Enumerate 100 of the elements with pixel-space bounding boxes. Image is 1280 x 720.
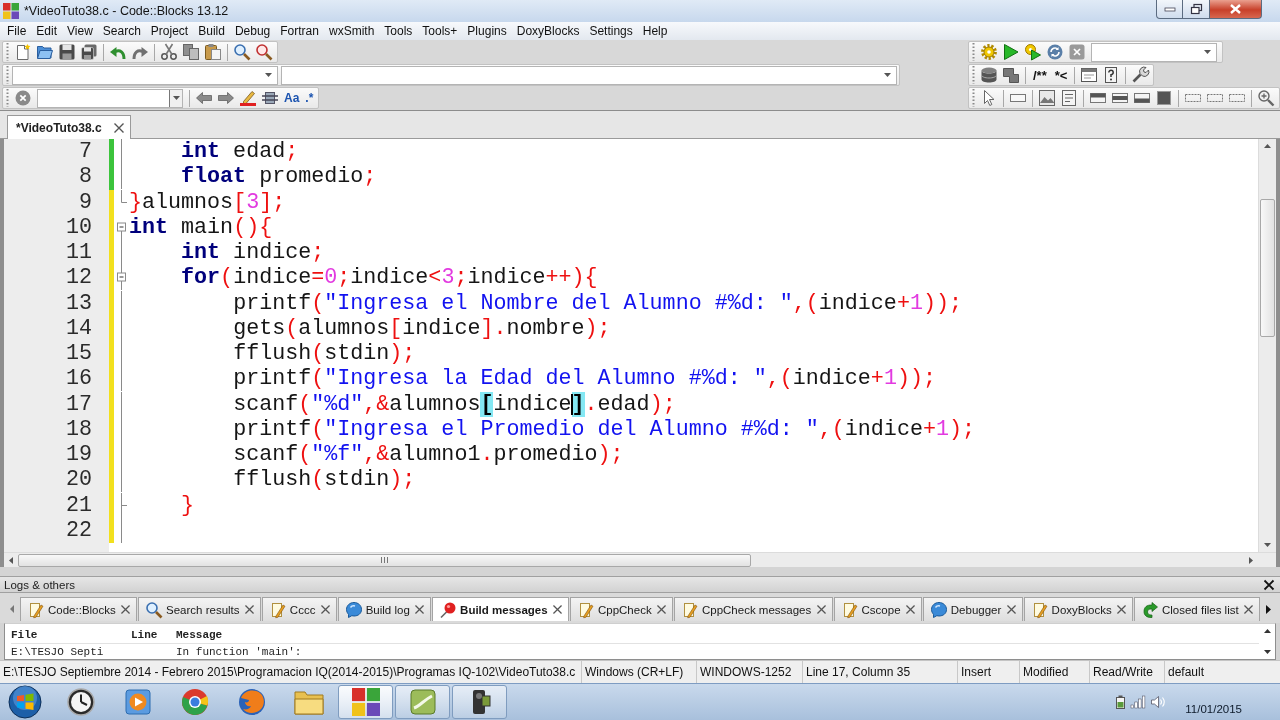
- replace-icon[interactable]: [256, 44, 272, 60]
- speaker-icon[interactable]: [1151, 696, 1166, 708]
- close-icon[interactable]: [905, 605, 915, 614]
- column-header[interactable]: File: [11, 629, 38, 641]
- toolbar-button[interactable]: Aa: [284, 91, 300, 105]
- close-icon[interactable]: [1243, 605, 1253, 614]
- close-icon[interactable]: [113, 122, 124, 133]
- open-folder-icon[interactable]: [37, 44, 53, 60]
- menu-item[interactable]: View: [62, 24, 98, 38]
- new-file-icon[interactable]: [15, 44, 31, 60]
- vertical-scrollbar[interactable]: [1258, 139, 1276, 552]
- minimize-button[interactable]: [1156, 0, 1183, 19]
- menu-item[interactable]: Plugins: [462, 24, 512, 38]
- log-tab[interactable]: Cscope: [833, 597, 922, 621]
- scroll-thumb[interactable]: [18, 553, 751, 567]
- run-icon[interactable]: [1003, 44, 1019, 60]
- layout-icon[interactable]: [1090, 90, 1106, 106]
- dropdown-field[interactable]: [1091, 42, 1217, 62]
- wrench-icon[interactable]: [1132, 67, 1149, 83]
- scroll-thumb[interactable]: [1260, 199, 1275, 337]
- menu-item[interactable]: wxSmith: [323, 24, 380, 38]
- dropdown-field[interactable]: [37, 88, 183, 108]
- close-icon[interactable]: [816, 605, 826, 614]
- signal-bars-icon[interactable]: [1131, 696, 1146, 708]
- close-icon[interactable]: [1006, 605, 1016, 614]
- log-tab[interactable]: Closed files list: [1133, 597, 1260, 621]
- column-header[interactable]: Message: [176, 629, 223, 641]
- clear-icon[interactable]: [15, 90, 31, 106]
- layout-icon[interactable]: [1134, 90, 1150, 106]
- scroll-up-icon[interactable]: [1263, 629, 1271, 633]
- close-icon[interactable]: [415, 605, 425, 614]
- forward-arrow-icon[interactable]: [218, 90, 234, 106]
- blocks-icon[interactable]: [1003, 67, 1019, 83]
- log-tab[interactable]: CppCheck messages: [673, 597, 833, 621]
- grip-icon[interactable]: [6, 66, 9, 84]
- gear-run-icon[interactable]: [1025, 44, 1041, 60]
- scroll-down-icon[interactable]: [1264, 543, 1271, 547]
- scroll-down-icon[interactable]: [1263, 650, 1271, 654]
- stop-icon[interactable]: [1069, 44, 1085, 60]
- close-icon[interactable]: [1116, 605, 1126, 614]
- taskbar-button[interactable]: [452, 685, 507, 719]
- grip-icon[interactable]: [6, 43, 9, 61]
- menu-item[interactable]: Build: [193, 24, 230, 38]
- collapse-icon[interactable]: [117, 265, 126, 291]
- toolbar-button[interactable]: .*: [305, 91, 314, 105]
- editor-tab[interactable]: *VideoTuto38.c: [7, 115, 131, 139]
- refresh-icon[interactable]: [1047, 44, 1063, 60]
- window-icon[interactable]: [1081, 67, 1098, 83]
- menu-item[interactable]: Project: [145, 24, 194, 38]
- log-tab[interactable]: Cccc: [261, 597, 337, 621]
- menu-item[interactable]: Settings: [584, 24, 638, 38]
- log-tab[interactable]: CppCheck: [569, 597, 673, 621]
- close-button[interactable]: [1210, 0, 1262, 19]
- menu-item[interactable]: Search: [97, 24, 146, 38]
- database-icon[interactable]: [981, 67, 997, 83]
- dropdown-field[interactable]: [12, 65, 278, 85]
- log-tab[interactable]: Build log: [337, 597, 432, 621]
- image-icon[interactable]: [1039, 90, 1055, 106]
- log-tab[interactable]: Debugger: [922, 597, 1023, 621]
- paste-icon[interactable]: [205, 44, 221, 60]
- close-icon[interactable]: [656, 605, 666, 614]
- gear-icon[interactable]: [981, 44, 997, 60]
- column-header[interactable]: Line: [131, 629, 158, 641]
- layout-icon[interactable]: [1112, 90, 1128, 106]
- close-icon[interactable]: [552, 605, 562, 614]
- start-button[interactable]: [5, 684, 45, 720]
- menu-item[interactable]: Tools+: [417, 24, 463, 38]
- undo-icon[interactable]: [110, 44, 126, 60]
- battery-icon[interactable]: [1116, 695, 1126, 709]
- menu-item[interactable]: File: [2, 24, 32, 38]
- menu-item[interactable]: Debug: [229, 24, 276, 38]
- taskbar-button[interactable]: [338, 685, 393, 719]
- dropdown-field[interactable]: [281, 65, 897, 85]
- restore-button[interactable]: [1183, 0, 1210, 19]
- close-icon[interactable]: [121, 605, 131, 614]
- save-all-icon[interactable]: [81, 44, 97, 60]
- save-icon[interactable]: [59, 44, 75, 60]
- log-tab[interactable]: DoxyBlocks: [1023, 597, 1133, 621]
- menu-item[interactable]: DoxyBlocks: [511, 24, 585, 38]
- scroll-up-icon[interactable]: [1264, 144, 1271, 148]
- menu-item[interactable]: Edit: [31, 24, 63, 38]
- grip-icon[interactable]: [972, 43, 975, 61]
- close-icon[interactable]: [244, 605, 254, 614]
- log-tab[interactable]: Build messages: [432, 597, 569, 621]
- text-frame-icon[interactable]: [1061, 90, 1077, 106]
- toolbar-button[interactable]: /**: [1032, 67, 1048, 83]
- toolbar-button[interactable]: *<: [1053, 67, 1069, 83]
- menu-item[interactable]: Fortran: [275, 24, 324, 38]
- copy-icon[interactable]: [183, 44, 199, 60]
- scroll-left-icon[interactable]: [9, 556, 13, 564]
- pointer-icon[interactable]: [981, 90, 997, 106]
- scroll-left-icon[interactable]: [10, 605, 14, 613]
- grip-icon[interactable]: [6, 89, 9, 107]
- cut-icon[interactable]: [161, 44, 177, 60]
- block-icon[interactable]: [262, 90, 278, 106]
- close-icon[interactable]: [1264, 579, 1274, 590]
- menu-item[interactable]: Tools: [379, 24, 418, 38]
- scroll-right-icon[interactable]: [1249, 556, 1253, 564]
- scroll-right-icon[interactable]: [1265, 604, 1271, 614]
- close-icon[interactable]: [320, 605, 330, 614]
